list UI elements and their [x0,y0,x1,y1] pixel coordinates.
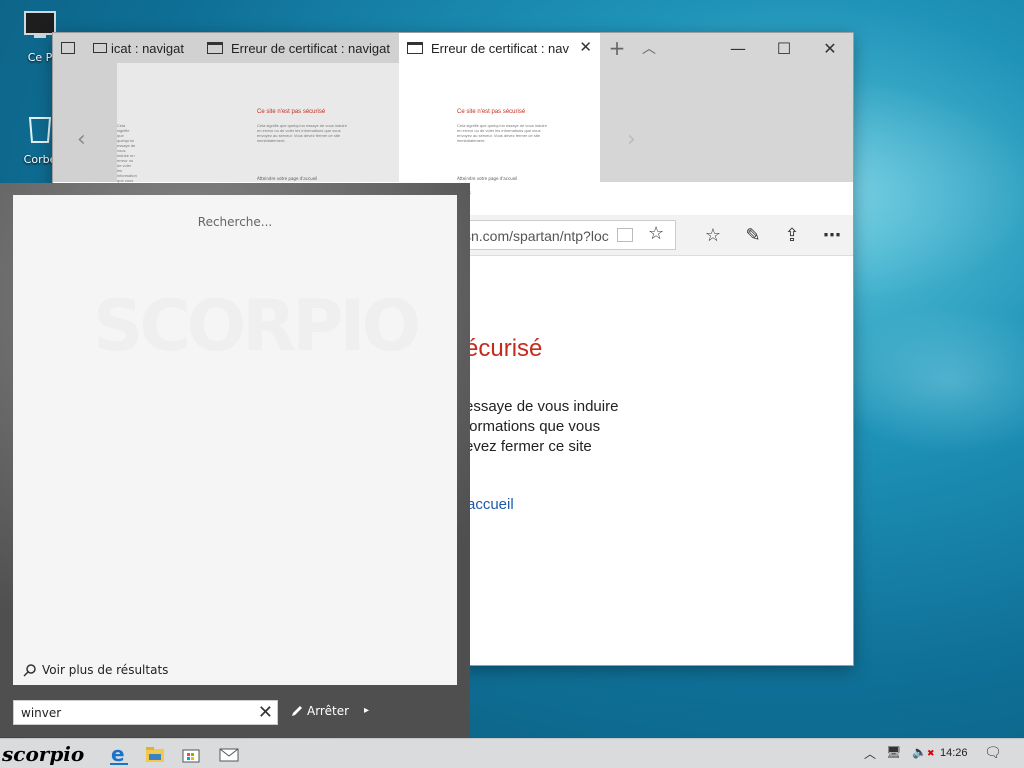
tab-thumbnail: Ce site n'est pas sécurisé Cela signifie… [199,63,399,195]
search-status: Recherche... [197,215,273,229]
clear-search-icon[interactable]: ✕ [258,702,273,724]
thumbnail-link: Atteindre votre page d'accueil [257,176,318,181]
shutdown-options-arrow-icon[interactable]: ▸ [364,705,369,716]
show-hidden-icons-icon[interactable]: ︿ [864,745,876,762]
volume-muted-icon[interactable]: 🔈✖ [912,745,935,759]
error-body-line: essaye de vous induire [465,398,619,415]
network-icon[interactable]: 🖥 [886,745,901,759]
reading-view-icon[interactable] [617,228,633,242]
search-icon [23,664,36,677]
tab-1[interactable]: icat : navigat Cela signifie que quelqu'… [53,33,199,218]
tab-title: icat : navigat [111,40,184,56]
show-tab-previews-button[interactable]: ︿ [626,33,672,63]
more-menu-icon[interactable]: ⋯ [821,224,843,246]
tab-title: Erreur de certificat : nav [431,40,569,56]
page-icon [407,42,423,54]
thumbnail-link: Atteindre votre page d'accueil [457,176,518,181]
close-tab-icon[interactable]: ✕ [579,40,592,55]
search-results-panel: Recherche... SCORPIO Voir plus de résult… [13,195,457,685]
svg-text:e: e [111,743,125,765]
error-body-line: evez fermer ce site [465,438,592,455]
scroll-right-icon[interactable]: › [627,127,636,152]
edge-icon[interactable]: e [108,743,130,765]
error-body-line: formations que vous [465,418,601,435]
maximize-button[interactable]: ☐ [761,33,807,63]
favorites-hub-icon[interactable]: ☆ [702,224,724,246]
error-title: écurisé [465,335,543,362]
scroll-left-icon[interactable]: ‹ [77,127,86,152]
tab-thumbnail: Ce site n'est pas sécurisé Cela signifie… [399,63,600,195]
thumbnail-title: Ce site n'est pas sécurisé [257,109,326,115]
mail-icon[interactable] [218,743,240,765]
homepage-link[interactable]: accueil [467,496,514,513]
favorite-star-icon[interactable]: ☆ [648,223,664,244]
start-button-label: scorpio [2,742,85,766]
more-results-label: Voir plus de résultats [42,663,169,677]
pen-icon [292,706,302,716]
tab-title: Erreur de certificat : navigat [231,40,390,56]
store-icon[interactable] [180,743,202,765]
tab-preview-icon[interactable] [61,42,75,54]
tab-header: icat : navigat [53,33,199,63]
start-button[interactable]: scorpio [0,739,96,768]
share-icon[interactable]: ⇪ [781,224,803,246]
tab-thumbnail: Cela signifie que quelqu'un essaye de vo… [117,63,199,218]
tab-header: Erreur de certificat : navigat [199,33,399,63]
tab-2[interactable]: Erreur de certificat : navigat Ce site n… [199,33,399,195]
tab-preview-bar: icat : navigat Cela signifie que quelqu'… [53,33,853,218]
close-window-button[interactable]: ✕ [807,33,853,63]
search-input[interactable] [14,701,249,724]
thumbnail-body: Cela signifie que quelqu'un essaye de vo… [257,123,347,143]
thumbnail-body: Cela signifie que quelqu'un essaye de vo… [457,123,547,143]
more-results-link[interactable]: Voir plus de résultats [23,663,168,677]
page-icon [207,42,223,54]
action-center-icon[interactable]: 🗨 [984,745,1002,761]
shutdown-button[interactable]: Arrêter [290,704,349,718]
web-note-icon[interactable]: ✎ [742,224,764,246]
minimize-button[interactable]: — [715,33,761,63]
search-box[interactable]: ✕ [13,700,278,725]
clock[interactable]: 14:26 [940,747,968,759]
set-aside-icon[interactable] [93,43,107,53]
address-text: sn.com/spartan/ntp?loc [464,228,609,244]
tab-header: Erreur de certificat : nav [399,33,600,63]
watermark-graphic: SCORPIO [93,285,421,367]
taskbar: scorpio e ︿ 🖥 🔈✖ 14:26 🗨 [0,738,1024,768]
file-explorer-icon[interactable] [144,743,166,765]
thumbnail-title: Ce site n'est pas sécurisé [457,109,526,115]
tab-3-active[interactable]: Erreur de certificat : nav ✕ Ce site n'e… [399,33,600,195]
shutdown-label: Arrêter [307,704,350,718]
thumbnail-nav-area [53,63,117,182]
